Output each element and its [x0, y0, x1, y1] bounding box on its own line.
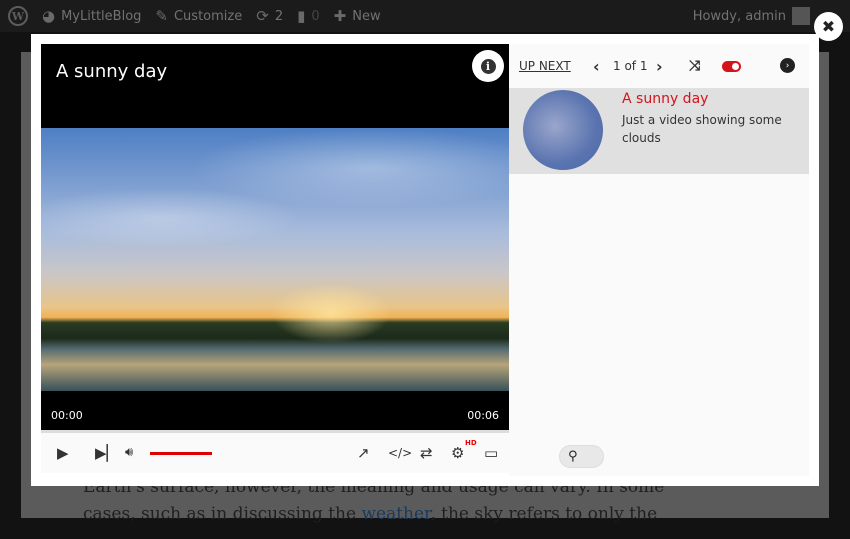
current-time: 00:00 — [51, 409, 83, 422]
video-player[interactable]: A sunny day i 00:00 00:06 — [41, 44, 509, 430]
customize-label: Customize — [173, 8, 243, 24]
video-title: A sunny day — [56, 61, 168, 82]
total-time: 00:06 — [467, 409, 499, 422]
settings-gear-icon[interactable]: ⚙ — [451, 445, 464, 461]
updates-count: 2 — [274, 8, 284, 24]
close-button[interactable]: ✖ — [814, 12, 843, 41]
prev-page-icon[interactable]: ‹ — [593, 57, 600, 76]
video-thumbnail[interactable] — [523, 90, 603, 170]
hd-badge: HD — [465, 439, 477, 447]
volume-slider[interactable] — [150, 452, 212, 455]
skip-next-icon[interactable]: ▶▏ — [95, 445, 118, 461]
close-icon: ✖ — [821, 17, 836, 36]
autoplay-toggle[interactable] — [722, 61, 741, 72]
volume-icon[interactable]: 🔊︎ — [125, 445, 133, 461]
customize-link[interactable]: ✎ Customize — [155, 7, 242, 25]
howdy-label: Howdy, admin — [692, 8, 786, 24]
article-text-line: cases, such as in discussing the weather… — [83, 504, 657, 524]
search-icon: ⚲ — [568, 449, 578, 464]
account-menu[interactable]: Howdy, admin — [693, 0, 810, 32]
text: , the sky refers to only the — [430, 504, 658, 524]
updates-icon: ⟳ — [256, 7, 269, 25]
video-lightbox: A sunny day i 00:00 00:06 ▶ ▶▏ 🔊︎ ↗ </> … — [31, 34, 819, 486]
site-name-link[interactable]: ◕ MyLittleBlog — [42, 7, 141, 25]
player-controls: ▶ ▶▏ 🔊︎ ↗ </> ⇄ ⚙ HD ▭ — [41, 433, 509, 473]
text: cases, such as in discussing the — [83, 504, 362, 524]
weather-link[interactable]: weather — [361, 504, 430, 524]
playlist-header: UP NEXT ‹ 1 of 1 › ⤨ › — [509, 44, 809, 88]
wordpress-logo-icon[interactable]: W — [8, 6, 28, 26]
new-label: New — [352, 8, 381, 24]
new-link[interactable]: ✚ New — [334, 7, 381, 25]
next-page-icon[interactable]: › — [656, 57, 663, 76]
external-link-icon[interactable]: ↗ — [357, 445, 370, 461]
shuffle-icon[interactable]: ⤨ — [689, 58, 700, 74]
admin-bar: W ◕ MyLittleBlog ✎ Customize ⟳ 2 ▮ 0 ✚ New Ho… — [0, 0, 850, 32]
comments-count: 0 — [311, 8, 320, 24]
embed-code-icon[interactable]: </> — [388, 445, 412, 461]
pager-label: 1 of 1 — [613, 59, 648, 73]
loop-icon[interactable]: ⇄ — [420, 445, 433, 461]
comments-link[interactable]: ▮ 0 — [297, 7, 320, 25]
playlist-item[interactable]: A sunny day Just a video showing some cl… — [509, 88, 809, 174]
next-video-icon[interactable]: › — [780, 58, 795, 73]
playlist-item-title[interactable]: A sunny day — [622, 91, 708, 107]
video-frame[interactable] — [41, 128, 509, 391]
dashboard-icon: ◕ — [42, 7, 56, 25]
playlist-panel: UP NEXT ‹ 1 of 1 › ⤨ › A sunny day Just … — [509, 44, 809, 476]
fullscreen-monitor-icon[interactable]: ▭ — [484, 445, 498, 461]
up-next-link[interactable]: UP NEXT — [519, 59, 571, 73]
plus-icon: ✚ — [333, 7, 347, 25]
search-button[interactable]: ⚲ — [559, 445, 604, 468]
avatar — [792, 7, 810, 25]
info-icon: i — [480, 58, 496, 74]
info-button[interactable]: i — [472, 50, 504, 82]
play-icon[interactable]: ▶ — [57, 445, 69, 461]
updates-link[interactable]: ⟳ 2 — [256, 7, 283, 25]
brush-icon: ✎ — [155, 7, 168, 25]
site-name: MyLittleBlog — [61, 8, 142, 24]
playlist-item-description: Just a video showing some clouds — [622, 113, 782, 145]
comment-icon: ▮ — [297, 7, 306, 25]
